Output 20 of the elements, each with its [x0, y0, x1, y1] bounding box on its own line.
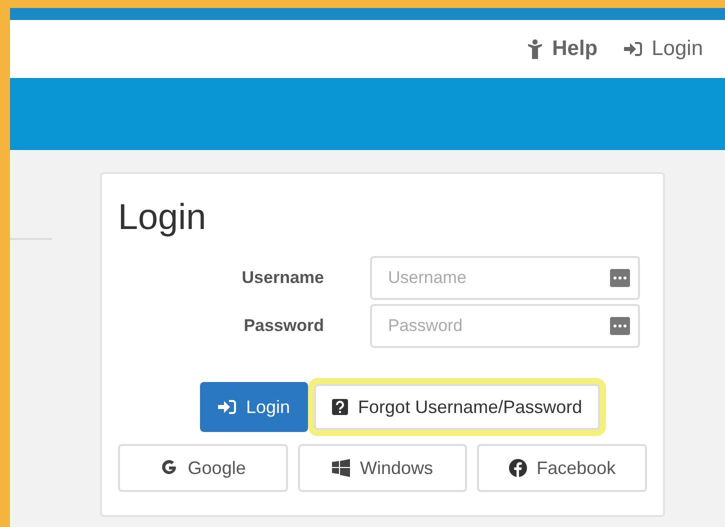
google-button[interactable]: Google	[118, 444, 288, 492]
field-label: Username	[240, 268, 324, 288]
facebook-button[interactable]: Facebook	[477, 444, 647, 492]
sign-in-icon	[218, 400, 236, 414]
login-button[interactable]: Login	[200, 382, 308, 432]
facebook-icon	[508, 459, 527, 477]
dots-icon	[610, 269, 630, 287]
question-icon	[332, 399, 348, 415]
username-field[interactable]: Username	[370, 256, 640, 300]
google-g-icon	[160, 459, 178, 477]
help-link[interactable]: Help	[528, 37, 598, 61]
dots-icon	[610, 317, 630, 335]
person-icon	[528, 39, 542, 59]
login-link[interactable]: Login	[624, 37, 703, 61]
field-label: Password	[242, 316, 324, 336]
windows-button[interactable]: Windows	[298, 444, 468, 492]
sign-in-icon	[624, 42, 642, 56]
windows-icon	[332, 459, 350, 477]
password-field[interactable]: Password	[370, 304, 640, 348]
login-title: Login	[118, 196, 208, 238]
